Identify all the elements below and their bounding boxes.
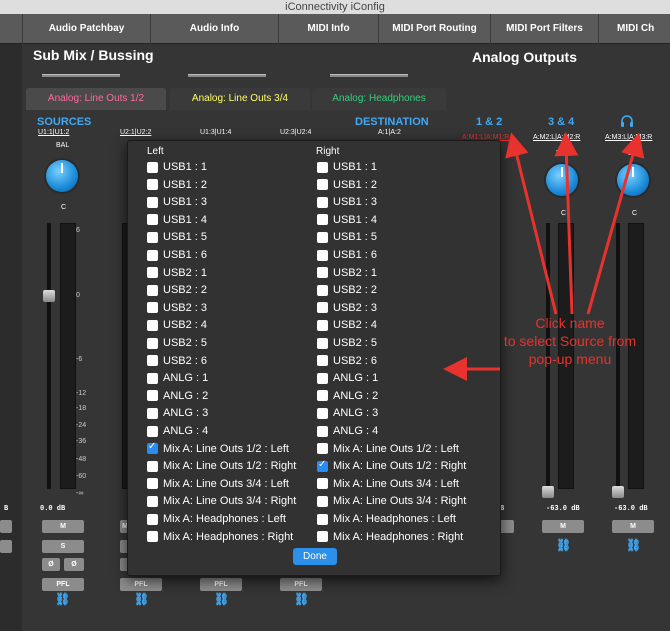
annotation-line: Click name xyxy=(535,315,605,331)
annotation-text: Click name to select Source from pop-up … xyxy=(472,314,668,368)
arrow-to-output-3-4 xyxy=(554,132,579,315)
annotation-line: pop-up menu xyxy=(528,351,612,367)
annotation-line: to select Source from xyxy=(503,333,637,349)
arrow-to-output-1-2 xyxy=(505,132,558,315)
arrow-to-headphones xyxy=(586,132,645,315)
